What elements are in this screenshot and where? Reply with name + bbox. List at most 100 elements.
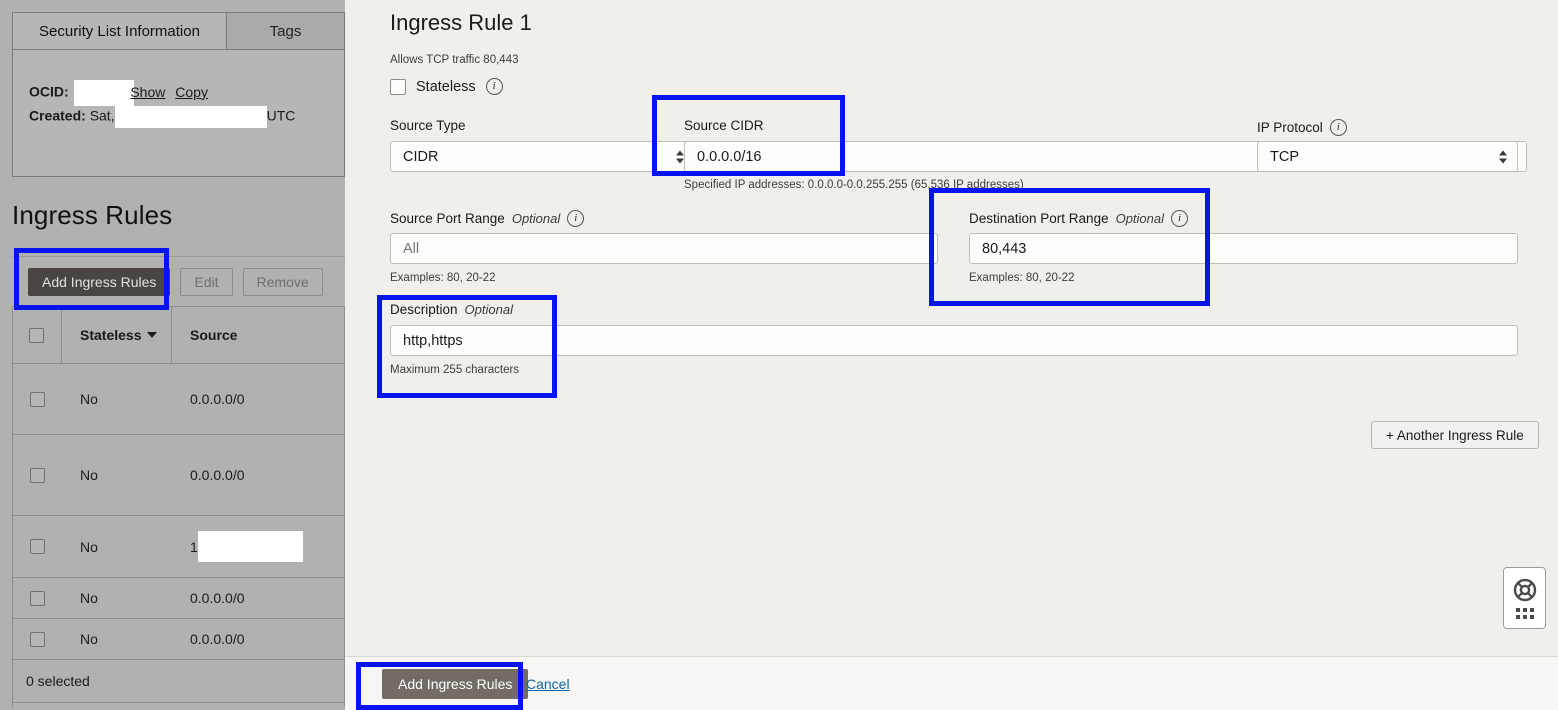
dialog-subtitle: Allows TCP traffic 80,443	[390, 54, 519, 66]
row-checkbox[interactable]	[29, 539, 45, 554]
ip-protocol-value: TCP	[1270, 148, 1299, 165]
cell-source: 0.0.0.0/0	[190, 631, 245, 647]
select-all-checkbox[interactable]	[29, 327, 44, 343]
description-label-text: Description	[390, 302, 458, 317]
select-all-cell	[12, 307, 62, 363]
cell-stateless: No	[80, 538, 98, 555]
chevron-updown-icon	[676, 150, 684, 163]
page-title: Ingress Rules	[12, 200, 173, 230]
stateless-label: Stateless	[416, 78, 476, 95]
dialog-title: Ingress Rule 1	[390, 10, 532, 35]
source-type-label: Source Type	[390, 118, 466, 133]
column-stateless-label: Stateless	[80, 327, 142, 343]
created-redacted-value	[114, 106, 267, 128]
security-list-info-box: OCID: ..Show Copy Created: Sat, UTC	[12, 49, 345, 177]
source-cidr-help-text: Specified IP addresses: 0.0.0.0-0.0.255.…	[684, 179, 1024, 191]
row-select-cell	[12, 516, 62, 577]
edit-button[interactable]: Edit	[180, 267, 233, 296]
created-prefix: Sat,	[89, 107, 115, 124]
cell-source: 0.0.0.0/0	[190, 590, 245, 606]
background-page-sidebar: Security List Information Tags OCID: ..S…	[0, 0, 345, 710]
cell-source-redacted	[197, 531, 303, 562]
destination-port-range-label: Destination Port Range Optional i	[969, 210, 1189, 227]
tab-strip: Security List Information Tags	[12, 12, 345, 50]
column-source-label: Source	[190, 327, 238, 343]
help-widget[interactable]	[1503, 567, 1546, 629]
destination-port-range-input[interactable]	[969, 233, 1518, 264]
ip-protocol-label: IP Protocol i	[1257, 119, 1347, 136]
dialog-body: Ingress Rule 1 Allows TCP traffic 80,443…	[345, 0, 1558, 656]
chevron-updown-icon	[1499, 150, 1507, 163]
row-select-cell	[12, 578, 62, 618]
ocid-label: OCID:	[29, 83, 69, 100]
row-select-cell	[12, 435, 62, 515]
info-icon[interactable]: i	[1171, 210, 1189, 227]
table-row[interactable]: No 0.0.0.0/0	[12, 435, 345, 516]
cell-source: 0.0.0.0/0	[190, 391, 245, 407]
info-icon[interactable]: i	[1329, 119, 1347, 136]
ocid-copy-link[interactable]: Copy	[175, 84, 208, 100]
remove-button[interactable]: Remove	[242, 267, 323, 296]
stateless-field: Stateless i	[390, 78, 503, 95]
sidebar-table-toolbar: Add Ingress Rules Edit Remove	[12, 256, 345, 306]
column-stateless[interactable]: Stateless	[62, 307, 172, 363]
table-row[interactable]: No 1	[12, 516, 345, 578]
ocid-show-link[interactable]: Show	[130, 84, 165, 100]
tab-security-list-information[interactable]: Security List Information	[12, 12, 227, 50]
add-another-ingress-rule-button[interactable]: + Another Ingress Rule	[1371, 421, 1539, 449]
lifebuoy-icon	[1513, 578, 1536, 601]
info-icon[interactable]: i	[567, 210, 585, 227]
row-checkbox[interactable]	[29, 391, 45, 407]
cell-stateless: No	[80, 631, 98, 647]
cell-source-text: 1	[190, 538, 198, 555]
cancel-link[interactable]: Cancel	[526, 676, 570, 692]
column-source[interactable]: Source	[172, 307, 345, 363]
table-header-row: Stateless Source	[12, 307, 345, 364]
source-port-range-label-text: Source Port Range	[390, 211, 505, 226]
add-ingress-rules-dialog: Ingress Rule 1 Allows TCP traffic 80,443…	[345, 0, 1558, 710]
drag-handle-dots-icon[interactable]	[1515, 607, 1534, 619]
source-port-range-label: Source Port Range Optional i	[390, 210, 585, 227]
ingress-rules-table: Stateless Source No 0.0.0.0/0 No 0.0.0.0…	[12, 306, 345, 703]
row-checkbox[interactable]	[29, 590, 45, 606]
source-port-range-input[interactable]	[390, 233, 938, 264]
table-row[interactable]: No 0.0.0.0/0	[12, 364, 345, 435]
chevron-down-icon	[147, 332, 158, 338]
ip-protocol-select[interactable]: TCP	[1257, 141, 1518, 172]
stateless-checkbox[interactable]	[390, 78, 406, 95]
destination-port-range-help-text: Examples: 80, 20-22	[969, 272, 1075, 284]
created-label: Created:	[29, 107, 86, 124]
description-optional-tag: Optional	[464, 302, 513, 317]
source-type-select[interactable]: CIDR	[390, 141, 695, 172]
description-input[interactable]	[390, 325, 1518, 356]
description-label: Description Optional	[390, 302, 513, 317]
add-ingress-rules-button[interactable]: Add Ingress Rules	[28, 267, 171, 296]
cell-stateless: No	[80, 467, 98, 483]
row-select-cell	[12, 364, 62, 434]
created-suffix: UTC	[266, 107, 296, 124]
cell-stateless: No	[80, 590, 98, 606]
created-row: Created: Sat, UTC	[29, 106, 295, 128]
ip-protocol-label-text: IP Protocol	[1257, 120, 1323, 135]
table-row[interactable]: No 0.0.0.0/0	[12, 578, 345, 619]
source-type-label-text: Source Type	[390, 118, 466, 133]
row-select-cell	[12, 619, 62, 659]
source-cidr-label-text: Source CIDR	[684, 118, 764, 133]
description-help-text: Maximum 255 characters	[390, 364, 520, 376]
info-icon[interactable]: i	[485, 78, 503, 95]
cell-source: 1	[172, 516, 345, 577]
table-row[interactable]: No 0.0.0.0/0	[12, 619, 345, 660]
destination-port-range-label-text: Destination Port Range	[969, 211, 1109, 226]
tab-label: Security List Information	[39, 22, 200, 40]
cell-source: 0.0.0.0/0	[190, 467, 245, 483]
row-checkbox[interactable]	[29, 631, 45, 647]
source-port-range-help-text: Examples: 80, 20-22	[390, 272, 496, 284]
ocid-row: OCID: ..Show Copy	[29, 80, 208, 106]
tab-tags[interactable]: Tags	[227, 12, 345, 50]
destination-port-range-optional-tag: Optional	[1115, 211, 1165, 226]
cell-stateless: No	[80, 391, 98, 407]
row-checkbox[interactable]	[29, 467, 45, 483]
tab-label: Tags	[269, 23, 302, 40]
submit-add-ingress-rules-button[interactable]: Add Ingress Rules	[382, 669, 529, 699]
table-selection-status: 0 selected	[12, 660, 345, 703]
